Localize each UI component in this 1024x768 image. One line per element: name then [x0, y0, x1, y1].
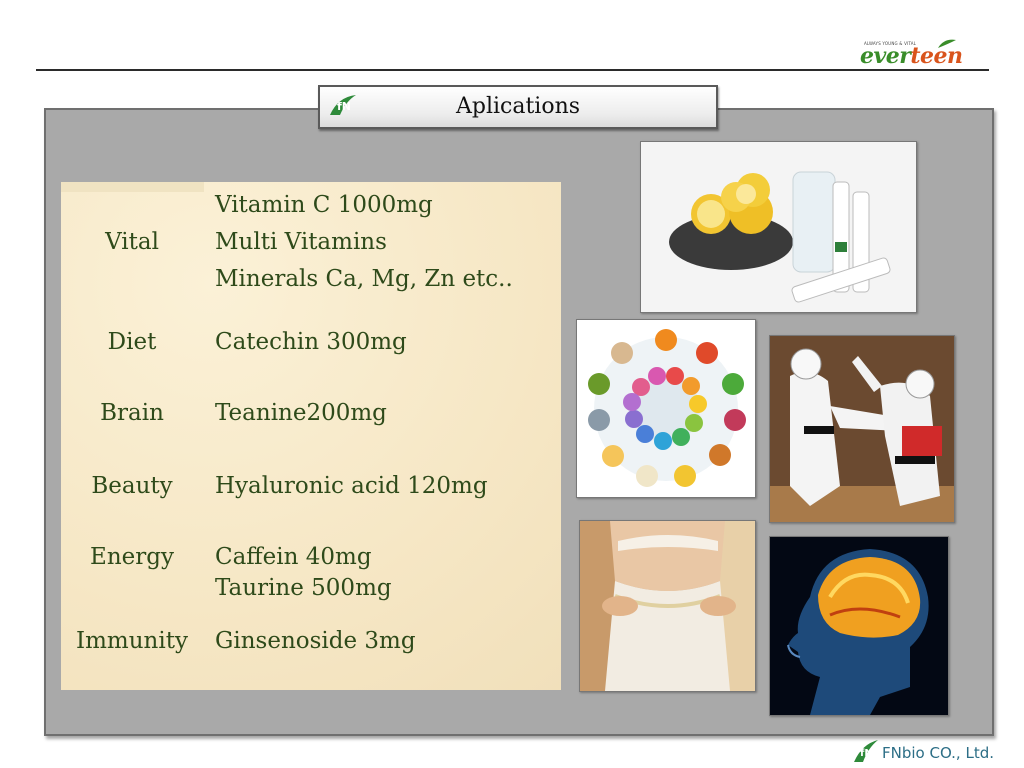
vital-line-1: Vitamin C 1000mg	[215, 192, 433, 218]
fnbio-footer-icon: fN	[854, 740, 878, 762]
category-beauty: Beauty	[91, 473, 173, 499]
immunity-line-1: Ginsenoside 3mg	[215, 628, 416, 654]
footer-company-logo: fN FNbio CO., Ltd.	[850, 738, 1010, 766]
energy-line-1: Caffein 40mg	[215, 544, 372, 570]
vitamin-foods-photo	[576, 319, 756, 498]
beauty-line-1: Hyaluronic acid 120mg	[215, 473, 488, 499]
energy-line-2: Taurine 500mg	[215, 575, 392, 601]
category-brain: Brain	[100, 400, 164, 426]
lemons-tablets-photo	[640, 141, 917, 313]
vital-line-2: Multi Vitamins	[215, 229, 387, 255]
header-divider	[36, 69, 989, 71]
vital-line-3: Minerals Ca, Mg, Zn etc..	[215, 266, 513, 292]
category-diet: Diet	[107, 329, 157, 355]
category-vital: Vital	[105, 229, 159, 255]
category-energy: Energy	[90, 544, 174, 570]
page-title: Aplications	[455, 94, 581, 119]
waist-measure-photo	[579, 520, 756, 692]
brain-line-1: Teanine200mg	[215, 400, 387, 426]
leaf-icon	[938, 39, 956, 48]
brain-photo	[769, 536, 949, 716]
diet-line-1: Catechin 300mg	[215, 329, 407, 355]
category-immunity: Immunity	[76, 628, 188, 654]
applications-table	[61, 182, 561, 690]
footer-company-name: FNbio CO., Ltd.	[882, 744, 994, 762]
martial-arts-photo	[769, 335, 955, 523]
svg-text:fN: fN	[860, 748, 873, 759]
title-box: fN Aplications	[318, 85, 718, 129]
everteen-logo: ALWAYS YOUNG & VITAL everteen	[858, 38, 988, 69]
